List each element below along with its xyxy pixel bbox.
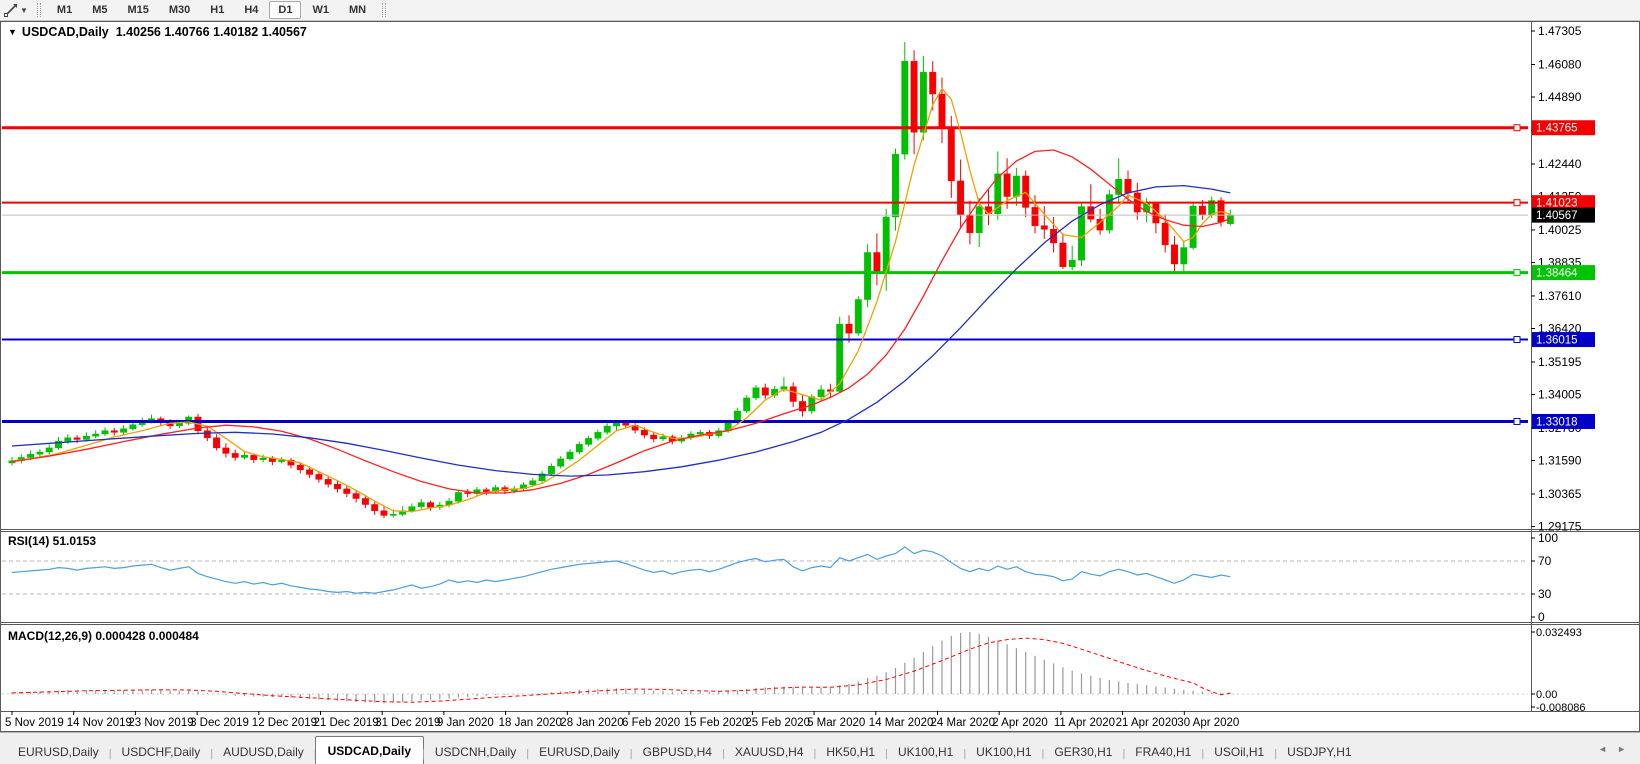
price-axis-label: 1.44890 <box>1538 90 1582 104</box>
date-axis-label: 28 Jan 2020 <box>560 717 623 729</box>
trendline-tool-icon[interactable] <box>3 2 19 18</box>
chart-tab-usdchf-daily[interactable]: USDCHF,Daily <box>110 740 213 764</box>
timeframe-button-h4[interactable]: H4 <box>235 1 267 19</box>
timeframe-button-m30[interactable]: M30 <box>160 1 199 19</box>
chart-tab-audusd-daily[interactable]: AUDUSD,Daily <box>211 740 316 764</box>
tabs-scroll-right-icon[interactable]: ► <box>1617 744 1626 754</box>
date-axis-label: 9 Jan 2020 <box>437 717 494 729</box>
hline-anchor-handle[interactable] <box>1514 337 1520 343</box>
macd-axis-label: 0.00 <box>1536 689 1557 701</box>
chart-tab-xauusd-h4[interactable]: XAUUSD,H4 <box>723 740 816 764</box>
toolbar: ▼ M1M5M15M30H1H4D1W1MN <box>0 0 1640 21</box>
date-axis-label: 14 Mar 2020 <box>869 717 934 729</box>
hline-anchor-handle[interactable] <box>1514 200 1520 206</box>
chart-window[interactable]: 1.473051.460801.448901.436651.424401.412… <box>0 21 1640 732</box>
chart-tab-eurusd-daily[interactable]: EURUSD,Daily <box>527 740 632 764</box>
timeframe-button-h1[interactable]: H1 <box>201 1 233 19</box>
date-axis-label: 11 Apr 2020 <box>1054 717 1115 729</box>
date-axis-label: 30 Apr 2020 <box>1177 717 1239 729</box>
chart-tab-uk100-h1[interactable]: UK100,H1 <box>886 740 965 764</box>
chart-tab-usdcad-daily[interactable]: USDCAD,Daily <box>315 736 424 764</box>
chart-tabs: EURUSD,Daily|USDCHF,Daily|AUDUSD,Daily|U… <box>0 733 1584 764</box>
tabs-scroll-left-icon[interactable]: ◄ <box>1598 744 1607 754</box>
chart-tab-usdjpy-h1[interactable]: USDJPY,H1 <box>1275 740 1363 764</box>
date-axis-label: 25 Feb 2020 <box>745 717 810 729</box>
price-axis-label: 1.30365 <box>1538 487 1582 501</box>
svg-text:1.43765: 1.43765 <box>1536 123 1578 135</box>
macd-axis-label: -0.008086 <box>1536 702 1586 714</box>
chart-tab-usoil-h1[interactable]: USOil,H1 <box>1202 740 1276 764</box>
timeframe-button-m5[interactable]: M5 <box>83 1 116 19</box>
svg-text:1.33018: 1.33018 <box>1536 416 1578 428</box>
macd-axis-label: 0.032493 <box>1536 627 1582 639</box>
date-axis-label: 18 Jan 2020 <box>499 717 562 729</box>
timeframe-button-m15[interactable]: M15 <box>118 1 157 19</box>
date-axis-label: 21 Dec 2019 <box>314 717 379 729</box>
rsi-axis-label: 30 <box>1538 587 1552 601</box>
date-axis-label: 21 Apr 2020 <box>1116 717 1178 729</box>
tab-scroll-arrows: ◄ ► <box>1584 744 1640 754</box>
date-axis-label: 24 Mar 2020 <box>931 717 996 729</box>
date-axis-label: 31 Dec 2019 <box>375 717 440 729</box>
tool-dropdown-arrow-icon[interactable]: ▼ <box>20 6 28 15</box>
timeframe-button-group: M1M5M15M30H1H4D1W1MN <box>47 1 376 19</box>
date-axis-label: 3 Dec 2019 <box>190 717 249 729</box>
timeframe-button-w1[interactable]: W1 <box>303 1 338 19</box>
date-axis-label: 2 Apr 2020 <box>992 717 1048 729</box>
hline-anchor-handle[interactable] <box>1514 125 1520 131</box>
chart-tab-uk100-h1[interactable]: UK100,H1 <box>964 740 1043 764</box>
chart-tab-bar: EURUSD,Daily|USDCHF,Daily|AUDUSD,Daily|U… <box>0 732 1640 764</box>
date-axis-label: 6 Feb 2020 <box>622 717 680 729</box>
price-axis-label: 1.47305 <box>1538 24 1582 38</box>
toolbar-grip-2[interactable] <box>382 3 386 17</box>
price-axis-label: 1.37610 <box>1538 289 1582 303</box>
svg-text:1.38464: 1.38464 <box>1536 268 1578 280</box>
rsi-axis-label: 0 <box>1538 610 1545 624</box>
chart-tab-gbpusd-h4[interactable]: GBPUSD,H4 <box>631 740 724 764</box>
hline-anchor-handle[interactable] <box>1514 418 1520 424</box>
date-axis-label: 14 Nov 2019 <box>67 717 132 729</box>
date-axis-label: 5 Mar 2020 <box>807 717 865 729</box>
date-axis-label: 15 Feb 2020 <box>684 717 749 729</box>
rsi-axis-label: 100 <box>1538 531 1558 545</box>
chart-tab-hk50-h1[interactable]: HK50,H1 <box>814 740 887 764</box>
svg-text:1.40567: 1.40567 <box>1536 210 1578 222</box>
timeframe-button-mn[interactable]: MN <box>340 1 375 19</box>
toolbar-grip[interactable] <box>37 3 41 17</box>
price-axis-label: 1.46080 <box>1538 57 1582 71</box>
date-axis-label: 12 Dec 2019 <box>252 717 317 729</box>
price-chart-canvas[interactable]: 1.473051.460801.448901.436651.424401.412… <box>0 21 1640 732</box>
rsi-axis-label: 70 <box>1538 554 1552 568</box>
timeframe-button-m1[interactable]: M1 <box>48 1 81 19</box>
price-axis-label: 1.35195 <box>1538 355 1582 369</box>
trendline-tool-glyph <box>3 2 19 18</box>
chart-tab-ger30-h1[interactable]: GER30,H1 <box>1042 740 1124 764</box>
price-axis-label: 1.42440 <box>1538 157 1582 171</box>
date-axis-label: 23 Nov 2019 <box>128 717 193 729</box>
price-axis-label: 1.34005 <box>1538 387 1582 401</box>
date-axis-label: 5 Nov 2019 <box>5 717 64 729</box>
svg-text:1.36015: 1.36015 <box>1536 335 1578 347</box>
chart-tab-eurusd-daily[interactable]: EURUSD,Daily <box>6 740 111 764</box>
price-axis-label: 1.31590 <box>1538 453 1582 467</box>
price-axis-label: 1.40025 <box>1538 223 1582 237</box>
timeframe-button-d1[interactable]: D1 <box>269 1 301 19</box>
hline-anchor-handle[interactable] <box>1514 270 1520 276</box>
chart-tab-fra40-h1[interactable]: FRA40,H1 <box>1123 740 1203 764</box>
chart-tab-usdcnh-daily[interactable]: USDCNH,Daily <box>423 740 528 764</box>
